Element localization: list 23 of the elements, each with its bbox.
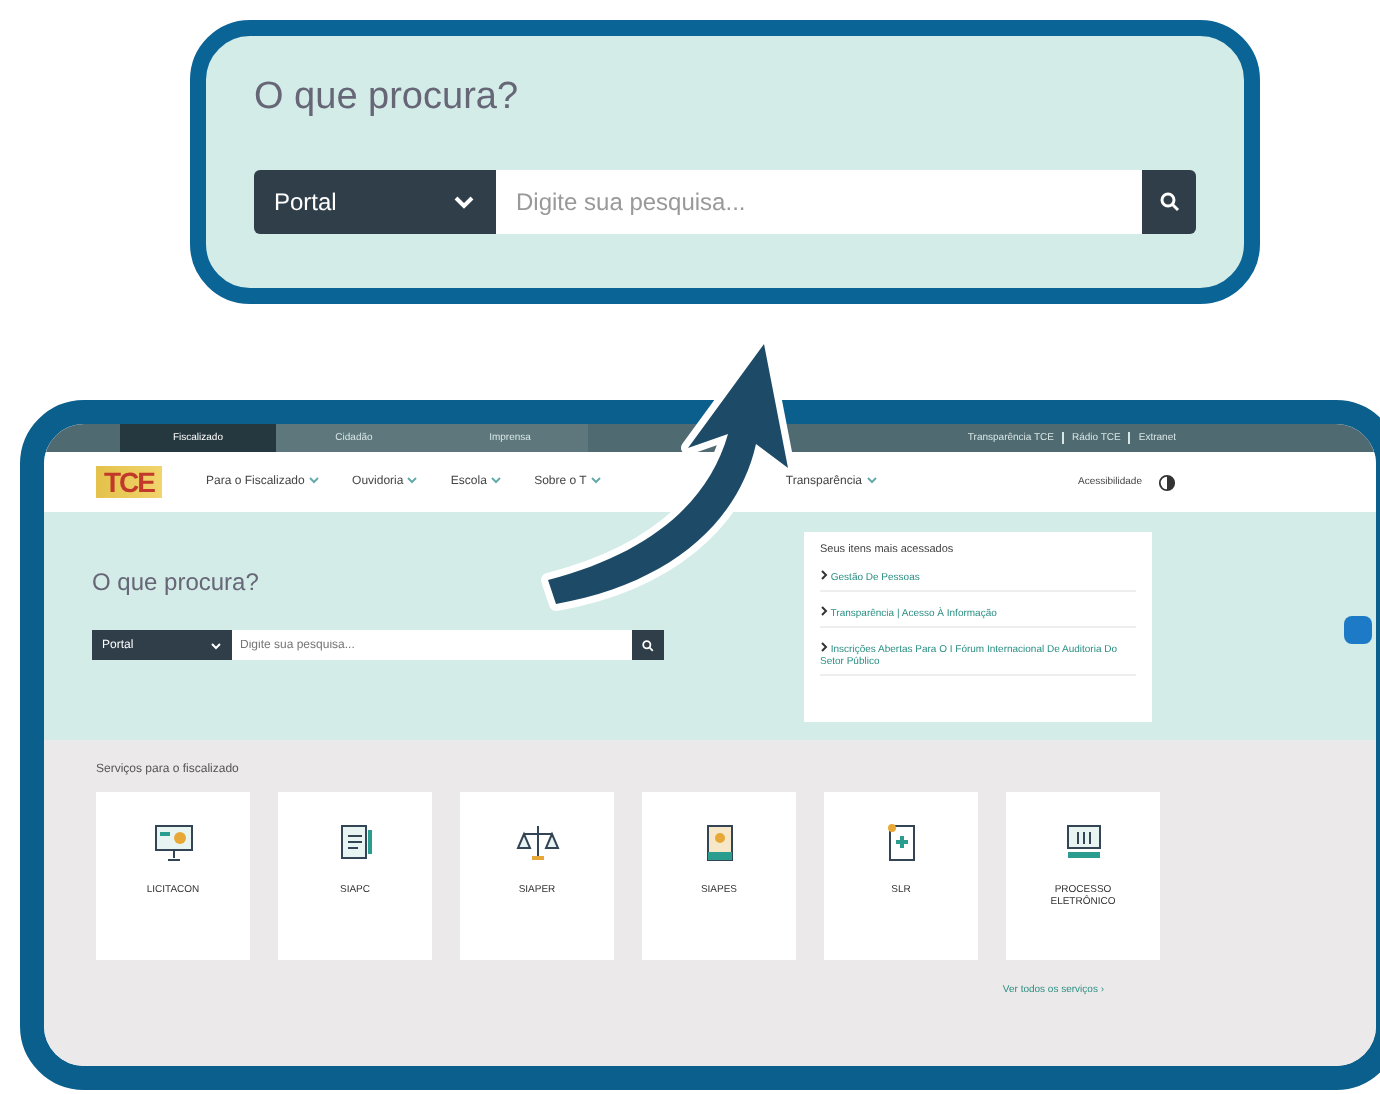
chevron-down-icon <box>589 476 602 485</box>
scope-dropdown[interactable]: Portal <box>254 170 496 234</box>
chevron-down-icon <box>865 476 878 485</box>
contrast-icon[interactable] <box>1158 473 1176 491</box>
search-heading: O que procura? <box>92 568 261 596</box>
chevron-down-icon <box>210 641 222 649</box>
chevron-right-icon <box>820 606 828 616</box>
chevron-right-icon <box>820 570 828 580</box>
chevron-right-icon <box>820 642 828 652</box>
search-button[interactable] <box>1142 170 1196 234</box>
chat-button[interactable] <box>1344 616 1372 644</box>
chevron-down-icon <box>308 476 321 485</box>
search-field[interactable]: Digite sua pesquisa... <box>496 170 1142 234</box>
search-icon <box>642 639 654 651</box>
presentation-board-icon <box>151 820 195 864</box>
chevron-down-icon <box>490 476 503 485</box>
chevron-down-icon <box>406 476 419 485</box>
search-icon <box>1159 192 1179 212</box>
computer-icon <box>1061 820 1105 864</box>
chevron-down-icon <box>452 194 476 210</box>
scales-icon <box>515 820 559 864</box>
search-heading: O que procura? <box>254 76 521 120</box>
search-button[interactable] <box>632 630 664 660</box>
